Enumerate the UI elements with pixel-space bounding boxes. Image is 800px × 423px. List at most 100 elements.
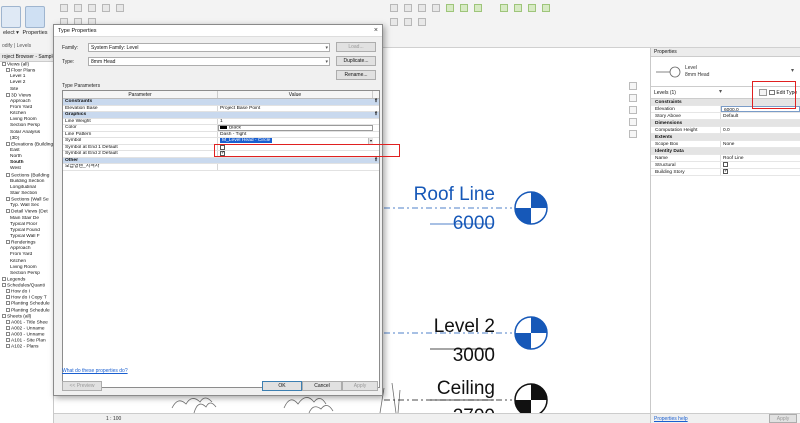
- tool-icon[interactable]: [390, 18, 398, 26]
- property-value[interactable]: [721, 162, 800, 168]
- property-value[interactable]: 0.0: [721, 127, 800, 133]
- zoom-extents-icon[interactable]: [629, 130, 637, 138]
- collapse-group-icon[interactable]: ⇑: [373, 112, 379, 118]
- property-group[interactable]: Dimensions: [651, 120, 800, 127]
- level-value-level2[interactable]: 3000: [453, 345, 495, 366]
- parameter-value[interactable]: Black: [218, 125, 373, 131]
- properties-button[interactable]: Properties: [22, 6, 48, 36]
- tool-icon[interactable]: [60, 4, 68, 12]
- tool-icon[interactable]: [116, 4, 124, 12]
- properties-help-link[interactable]: Properties help: [654, 416, 688, 422]
- properties-apply-button[interactable]: Apply: [769, 414, 797, 423]
- preview-button[interactable]: << Preview: [62, 381, 102, 391]
- family-combo[interactable]: System Family: Level ▾: [88, 43, 330, 52]
- property-group[interactable]: Extents: [651, 134, 800, 141]
- tool-icon[interactable]: [404, 18, 412, 26]
- rename-button[interactable]: Rename...: [336, 70, 376, 80]
- tool-icon[interactable]: [418, 4, 426, 12]
- expand-toggle-icon[interactable]: [6, 141, 10, 146]
- tool-icon[interactable]: [446, 4, 454, 12]
- expand-toggle-icon[interactable]: [6, 240, 10, 245]
- expand-toggle-icon[interactable]: [6, 209, 10, 214]
- help-link[interactable]: What do these properties do?: [62, 368, 128, 374]
- expand-toggle-icon[interactable]: [6, 68, 10, 73]
- view-scale[interactable]: 1 : 100: [106, 416, 121, 422]
- load-button[interactable]: Load...: [336, 42, 376, 52]
- duplicate-button[interactable]: Duplicate...: [336, 56, 376, 66]
- tool-icon[interactable]: [542, 4, 550, 12]
- expand-toggle-icon[interactable]: [2, 283, 6, 288]
- tool-icon[interactable]: [390, 4, 398, 12]
- parameter-name: Other: [65, 157, 79, 163]
- expand-toggle-icon[interactable]: [6, 295, 10, 300]
- tool-icon[interactable]: [514, 4, 522, 12]
- property-name: Building Story: [651, 169, 721, 175]
- tool-icon[interactable]: [404, 4, 412, 12]
- level-value-roof[interactable]: 6000: [453, 213, 495, 234]
- browser-item-label: Floor Plans: [11, 68, 36, 74]
- level-value-ceiling[interactable]: 2700: [453, 406, 495, 413]
- collapse-group-icon[interactable]: ⇑: [373, 99, 379, 105]
- checkbox[interactable]: [723, 162, 728, 168]
- tool-icon[interactable]: [88, 4, 96, 12]
- parameter-value[interactable]: 1: [218, 119, 373, 125]
- expand-toggle-icon[interactable]: [2, 313, 6, 318]
- nav-wheel-icon[interactable]: [629, 118, 637, 126]
- parameter-value[interactable]: Project Base Point: [218, 106, 373, 112]
- property-group[interactable]: Identity Data: [651, 148, 800, 155]
- property-name: Elevation: [651, 106, 721, 112]
- zoom-icon[interactable]: [629, 94, 637, 102]
- property-value[interactable]: Default: [721, 113, 800, 119]
- level-name-ceiling[interactable]: Ceiling: [437, 378, 495, 399]
- parameter-value[interactable]: [218, 164, 373, 170]
- property-value[interactable]: Roof Line: [721, 155, 800, 161]
- properties-title: Properties: [651, 48, 800, 57]
- tool-icon[interactable]: [418, 18, 426, 26]
- browser-item[interactable]: A102 - Plans: [0, 344, 53, 350]
- expand-toggle-icon[interactable]: [6, 332, 10, 337]
- tool-icon[interactable]: [500, 4, 508, 12]
- pan-icon[interactable]: [629, 106, 637, 114]
- expand-toggle-icon[interactable]: [6, 197, 10, 202]
- tool-icon[interactable]: [474, 4, 482, 12]
- checkbox[interactable]: [723, 169, 728, 175]
- view-cube-icon[interactable]: [629, 82, 637, 90]
- browser-item-label: From Yard: [10, 252, 33, 258]
- tool-icon[interactable]: [432, 4, 440, 12]
- expand-toggle-icon[interactable]: [6, 289, 10, 294]
- tool-icon[interactable]: [528, 4, 536, 12]
- cancel-button[interactable]: Cancel: [302, 381, 342, 391]
- expand-toggle-icon[interactable]: [6, 301, 10, 306]
- expand-toggle-icon[interactable]: [2, 62, 6, 66]
- parameter-value[interactable]: Dash - Tight: [218, 132, 373, 138]
- color-button[interactable]: [218, 125, 373, 131]
- ok-button[interactable]: OK: [262, 381, 302, 391]
- expand-toggle-icon[interactable]: [6, 319, 10, 324]
- browser-item[interactable]: Planting Schedule: [0, 307, 53, 314]
- property-value[interactable]: [721, 169, 800, 175]
- parameter-value[interactable]: M_Level Head - Circle ▾: [218, 138, 373, 144]
- dialog-title: Type Properties: [58, 28, 97, 34]
- level-name-roof[interactable]: Roof Line: [414, 184, 495, 205]
- close-icon[interactable]: ×: [374, 25, 378, 37]
- select-button[interactable]: elect ▾: [1, 6, 21, 36]
- expand-toggle-icon[interactable]: [6, 307, 10, 312]
- collapse-group-icon[interactable]: ⇑: [373, 158, 379, 164]
- expand-toggle-icon[interactable]: [6, 338, 10, 343]
- level-name-level2[interactable]: Level 2: [434, 316, 495, 337]
- expand-toggle-icon[interactable]: [6, 344, 10, 349]
- apply-button[interactable]: Apply: [342, 381, 378, 391]
- expand-toggle-icon[interactable]: [6, 172, 10, 177]
- expand-toggle-icon[interactable]: [2, 276, 6, 281]
- expand-toggle-icon[interactable]: [6, 326, 10, 331]
- symbol-select[interactable]: M_Level Head - Circle: [220, 138, 273, 143]
- chevron-down-icon[interactable]: ▾: [368, 138, 373, 144]
- tool-icon[interactable]: [102, 4, 110, 12]
- expand-toggle-icon[interactable]: [6, 92, 10, 97]
- tool-icon[interactable]: [74, 4, 82, 12]
- browser-item[interactable]: Elevations (Building: [0, 141, 53, 148]
- type-combo[interactable]: 8mm Head ▾: [88, 57, 330, 66]
- property-value[interactable]: None: [721, 141, 800, 147]
- tool-icon[interactable]: [460, 4, 468, 12]
- edit-type-highlight: [752, 81, 796, 109]
